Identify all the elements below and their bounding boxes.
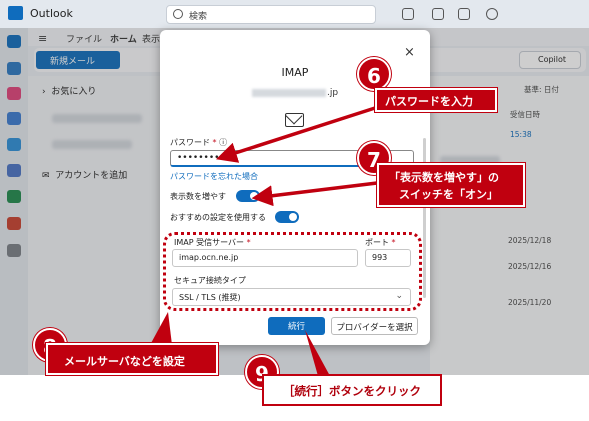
app-title: Outlook (30, 7, 73, 20)
step7-text-line1: 「表示数を増やす」の (389, 171, 499, 184)
step7-text-line2: スイッチを「オン」 (399, 188, 498, 201)
notifications-icon[interactable] (432, 8, 444, 20)
continue-button-label: 続行 (287, 322, 305, 332)
recommended-settings-label: おすすめの設定を使用する (170, 213, 266, 222)
password-value: •••••••••• (177, 153, 231, 163)
settings-gear-icon[interactable] (486, 8, 498, 20)
choose-provider-button[interactable]: プロバイダーを選択 (331, 317, 418, 335)
step7-callout: 「表示数を増やす」の スイッチを「オン」 (377, 163, 525, 207)
outlook-logo-icon (8, 6, 23, 20)
envelope-icon (285, 113, 304, 127)
server-settings-highlight (163, 232, 422, 311)
password-label-text: パスワード (170, 138, 210, 147)
email-domain: .jp (326, 88, 339, 98)
close-icon[interactable]: × (404, 45, 415, 60)
step8-callout: メールサーバなどを設定 (46, 343, 218, 375)
required-mark: * (212, 138, 217, 147)
continue-button[interactable]: 続行 (268, 317, 325, 335)
title-bar: Outlook 検索 (0, 0, 589, 28)
forgot-password-link[interactable]: パスワードを忘れた場合 (170, 171, 258, 182)
premium-diamond-icon[interactable] (402, 8, 414, 20)
step9-text: ［続行］ボタンをクリック (283, 384, 421, 398)
search-placeholder: 検索 (189, 12, 208, 22)
search-input[interactable]: 検索 (166, 5, 376, 24)
dialog-scrollbar[interactable] (423, 138, 426, 298)
password-label: パスワード * ⓘ (170, 137, 227, 148)
step9-callout: ［続行］ボタンをクリック (262, 374, 442, 406)
info-icon[interactable]: ⓘ (219, 138, 227, 147)
blurred-email-local-part (251, 88, 326, 97)
step8-text: メールサーバなどを設定 (64, 355, 185, 368)
recommended-settings-toggle[interactable] (275, 211, 299, 223)
choose-provider-label: プロバイダーを選択 (336, 323, 413, 333)
show-more-label: 表示数を増やす (170, 192, 226, 201)
screenshot-stage: Outlook 検索 ≡ ファイル ホーム 表示 新規メール Copilot ›… (0, 0, 589, 421)
step6-badge: 6 (357, 57, 391, 91)
step6-text: パスワードを入力 (385, 95, 473, 108)
step6-callout: パスワードを入力 (375, 88, 497, 112)
tips-icon[interactable] (458, 8, 470, 20)
show-more-toggle[interactable] (236, 190, 260, 202)
search-icon (173, 9, 183, 19)
